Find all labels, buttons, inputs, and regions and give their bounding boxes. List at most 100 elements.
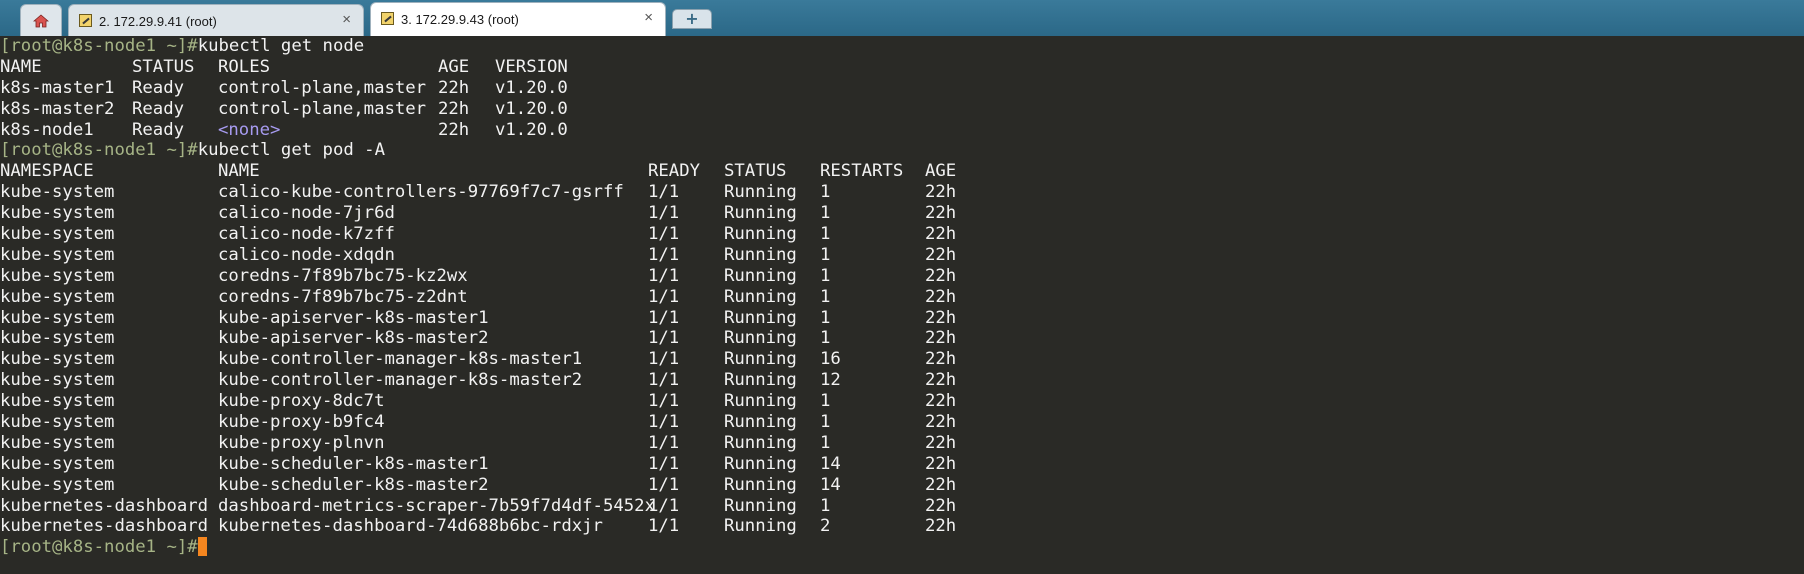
prompt-directory: ~ [156,36,177,56]
text-cursor [197,537,207,557]
table-cell: Running [724,265,797,286]
table-cell: coredns-7f89b7bc75-z2dnt [218,286,468,307]
table-cell: kube-system [0,265,115,286]
tab-session-3[interactable]: 3. 172.29.9.43 (root) × [370,2,666,36]
table-cell: kube-system [0,328,115,349]
table-cell: 22h [925,286,957,307]
table-cell: v1.20.0 [495,77,568,98]
tab-session-2[interactable]: 2. 172.29.9.41 (root) × [68,4,364,36]
prompt-close: ]# [176,140,198,161]
table-cell: 22h [925,474,957,495]
column-header: STATUS [724,161,787,182]
table-cell: 22h [438,98,470,119]
table-cell: kube-system [0,307,115,328]
table-row: kube-system kube-apiserver-k8s-master2 1/1… [0,328,1804,349]
close-icon[interactable]: × [342,11,351,28]
column-header: STATUS [132,56,195,77]
table-cell: 22h [925,265,957,286]
prompt-open-bracket: [ [0,140,11,161]
pencil-icon [79,14,92,27]
table-cell: Running [724,328,797,349]
table-row: kube-system kube-proxy-b9fc4 1/1 Running 1 22… [0,412,1804,433]
command-text: kubectl get node [197,36,365,56]
table-cell: 1/1 [648,244,680,265]
table-row: kubernetes-dashboard kubernetes-dashboard… [0,516,1804,537]
table-cell: 1 [820,286,831,307]
table-cell: Running [724,349,797,370]
table-cell: 1/1 [648,349,680,370]
table-cell: 1 [820,432,831,453]
table-cell: kube-system [0,370,115,391]
tab-label: 2. 172.29.9.41 (root) [99,14,217,29]
table-cell: kube-proxy-plnvn [218,432,385,453]
table-cell: k8s-master2 [0,98,115,119]
table-cell: 22h [925,370,957,391]
column-header: NAMESPACE [0,161,94,182]
table-cell: 22h [925,516,957,537]
prompt-open-bracket: [ [0,537,11,558]
prompt-directory: ~ [156,537,177,558]
table-cell: 14 [820,453,841,474]
table-cell: 1 [820,328,831,349]
table-row: kube-system calico-node-xdqdn 1/1 Running 1 2… [0,245,1804,266]
table-cell: 1/1 [648,203,680,224]
table-cell: kube-system [0,391,115,412]
table-row: kube-system calico-node-7jr6d 1/1 Running 1 2… [0,203,1804,224]
prompt-directory: ~ [156,140,177,161]
table-cell: k8s-node1 [0,119,94,140]
table-cell: Running [724,432,797,453]
table-row: kubernetes-dashboard dashboard-metrics-sc… [0,496,1804,517]
prompt-open-bracket: [ [0,36,11,56]
table-cell: kube-scheduler-k8s-master1 [218,453,489,474]
table-cell: Running [724,516,797,537]
shell-prompt: [root@k8s-node1 ~]# [0,537,207,557]
prompt-close: ]# [176,537,198,558]
table-cell: 1/1 [648,286,680,307]
new-tab-button[interactable]: + [672,9,712,29]
table-cell: Running [724,495,797,516]
table-cell: 22h [925,182,957,203]
prompt-line: [root@k8s-node1 ~]#kubectl get pod -A [0,140,1804,161]
table-row: kube-system calico-kube-controllers-97769… [0,182,1804,203]
table-cell: 22h [925,244,957,265]
table-cell: kube-apiserver-k8s-master1 [218,307,489,328]
table-row: k8s-master2 Ready control-plane,master 22h v… [0,99,1804,120]
shell-prompt: [root@k8s-node1 ~]#kubectl get node [0,36,364,56]
close-icon[interactable]: × [644,9,653,26]
terminal-output[interactable]: [root@k8s-node1 ~]#kubectl get node NAME S… [0,36,1804,574]
table-cell: 1/1 [648,328,680,349]
table-cell: Running [724,307,797,328]
prompt-line: [root@k8s-node1 ~]#kubectl get node [0,36,1804,57]
table-cell: Running [724,182,797,203]
table-cell: 16 [820,349,841,370]
table-cell: kube-system [0,432,115,453]
prompt-user-host: root@k8s-node1 [10,537,157,558]
table-cell: 1/1 [648,453,680,474]
prompt-close: ]# [176,36,198,56]
table-cell: Running [724,453,797,474]
prompt-user-host: root@k8s-node1 [10,140,157,161]
table-cell: 1/1 [648,516,680,537]
table-row: kube-system kube-controller-manager-k8s-m… [0,349,1804,370]
table-cell: Ready [132,98,185,119]
table-row: k8s-master1 Ready control-plane,master 22h v… [0,78,1804,99]
table-cell: Running [724,474,797,495]
table-cell: 1/1 [648,224,680,245]
table-row: kube-system kube-scheduler-k8s-master1 1/1… [0,454,1804,475]
command-text: kubectl get pod -A [197,140,385,161]
tab-label: 3. 172.29.9.43 (root) [401,12,519,27]
table-cell: 22h [925,203,957,224]
table-cell: 1 [820,495,831,516]
table-cell: 1 [820,203,831,224]
table-cell: Running [724,244,797,265]
table-cell: kube-system [0,412,115,433]
tab-home[interactable] [20,4,62,36]
pencil-icon [381,12,394,25]
table-row: kube-system kube-proxy-plnvn 1/1 Running 1 22… [0,433,1804,454]
home-icon [33,14,49,28]
prompt-line: [root@k8s-node1 ~]# [0,537,1804,558]
table-cell: kube-system [0,474,115,495]
table-cell: 22h [925,349,957,370]
column-header: NAME [218,161,260,182]
table-cell: 1/1 [648,412,680,433]
